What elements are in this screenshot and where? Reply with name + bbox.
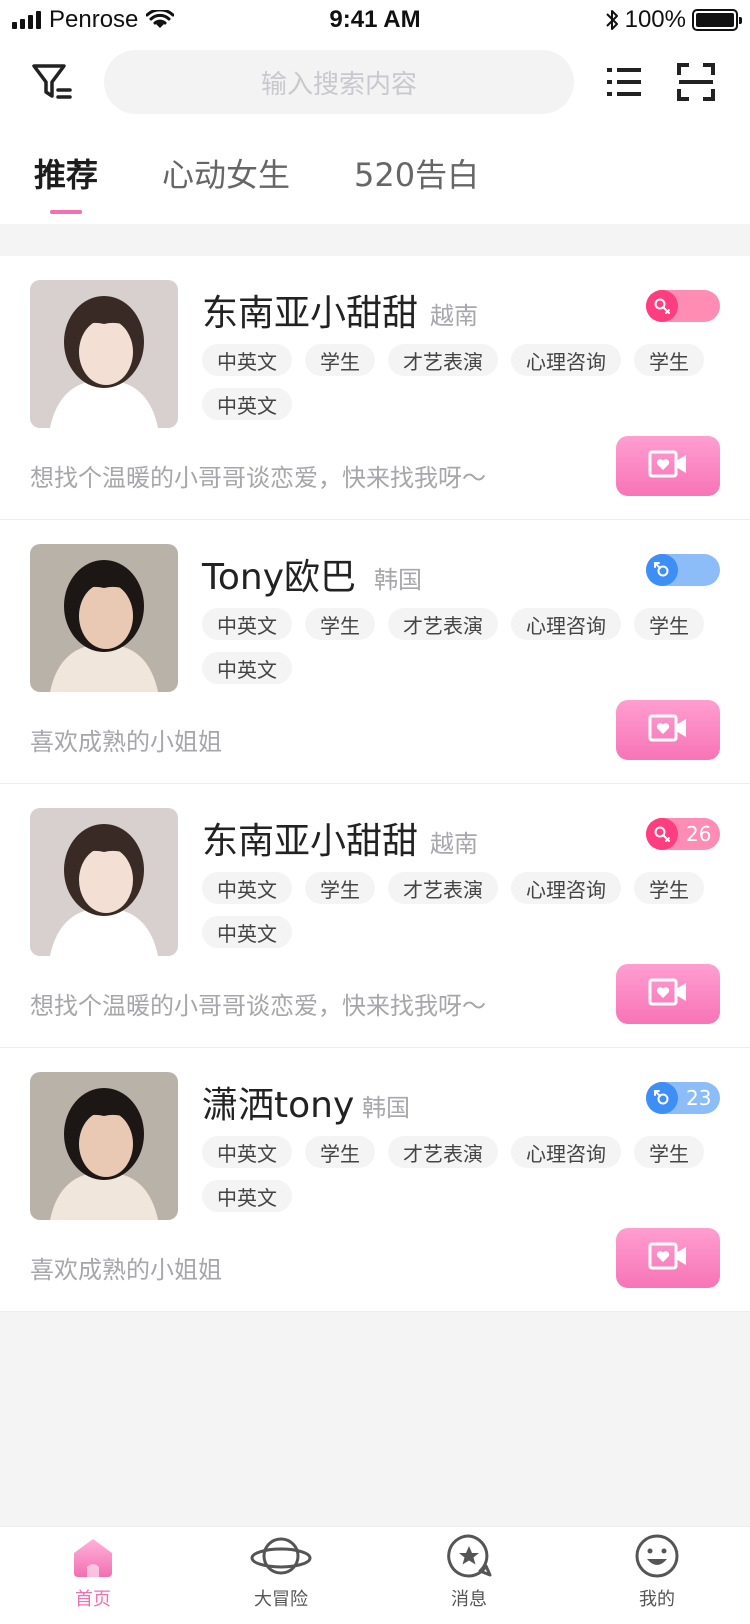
avatar[interactable] [30, 544, 178, 692]
user-bio: 喜欢成熟的小姐姐 [30, 1256, 222, 1284]
smiley-icon [634, 1533, 680, 1579]
video-camera-icon [648, 712, 688, 748]
tag-list: 中英文 学生 才艺表演 心理咨询 学生 中英文 [202, 872, 722, 948]
interest-tag: 学生 [305, 1136, 375, 1168]
interest-tag: 学生 [634, 1136, 704, 1168]
tab-heartbeat-girls[interactable]: 心动女生 [162, 150, 290, 196]
gender-badge [646, 554, 720, 586]
user-bio: 喜欢成熟的小姐姐 [30, 728, 222, 756]
gender-badge: 26 [646, 818, 720, 850]
user-list: 东南亚小甜甜 越南 中英文 学生 才艺表演 心理咨询 学生 中英文 想找个温暖的小哥哥谈恋… [0, 256, 750, 1312]
nav-home[interactable]: 首页 [38, 1533, 148, 1611]
battery-percent: 100% [624, 6, 686, 33]
user-country: 越南 [430, 830, 478, 858]
interest-tag: 中英文 [202, 608, 292, 640]
tab-520-confession[interactable]: 520告白 [354, 150, 479, 196]
user-card[interactable]: 潇洒tony 韩国 23 中英文 学生 才艺表演 心理咨询 学生 中英文 喜欢成熟的小姐姐 [0, 1048, 750, 1312]
male-icon [646, 554, 678, 586]
interest-tag: 学生 [634, 344, 704, 376]
filter-icon[interactable] [28, 60, 76, 104]
user-name: Tony欧巴 [202, 557, 357, 598]
badge-count: 23 [686, 1086, 712, 1110]
scan-icon[interactable] [676, 62, 716, 102]
gender-badge: 23 [646, 1082, 720, 1114]
user-name: 潇洒tony [202, 1085, 355, 1126]
user-card[interactable]: 东南亚小甜甜 越南 26 中英文 学生 才艺表演 心理咨询 学生 中英文 想找个温暖的小哥… [0, 784, 750, 1048]
video-call-button[interactable] [616, 700, 720, 760]
interest-tag: 学生 [305, 872, 375, 904]
video-camera-icon [648, 1240, 688, 1276]
nav-messages-label: 消息 [451, 1589, 487, 1610]
user-card[interactable]: 东南亚小甜甜 越南 中英文 学生 才艺表演 心理咨询 学生 中英文 想找个温暖的小哥哥谈恋… [0, 256, 750, 520]
interest-tag: 学生 [305, 608, 375, 640]
header-area: Penrose 9:41 AM 100% 输入搜索内容 推荐 心动女生 520告… [0, 0, 750, 224]
list-view-icon[interactable] [604, 62, 644, 102]
interest-tag: 才艺表演 [388, 1136, 498, 1168]
interest-tag: 中英文 [202, 652, 292, 684]
interest-tag: 心理咨询 [511, 344, 621, 376]
interest-tag: 学生 [305, 344, 375, 376]
badge-count: 26 [686, 822, 712, 846]
message-star-icon [446, 1533, 492, 1579]
interest-tag: 心理咨询 [511, 872, 621, 904]
interest-tag: 中英文 [202, 344, 292, 376]
interest-tag: 中英文 [202, 872, 292, 904]
interest-tag: 心理咨询 [511, 1136, 621, 1168]
planet-icon [250, 1533, 312, 1579]
male-icon [646, 1082, 678, 1114]
user-bio: 想找个温暖的小哥哥谈恋爱，快来找我呀～ [30, 992, 486, 1020]
gender-badge [646, 290, 720, 322]
video-call-button[interactable] [616, 436, 720, 496]
bluetooth-icon [605, 10, 618, 30]
bottom-nav: 首页 大冒险 消息 我的 [0, 1526, 750, 1624]
nav-home-label: 首页 [75, 1589, 111, 1610]
user-name: 东南亚小甜甜 [202, 821, 419, 862]
user-country: 越南 [430, 302, 478, 330]
tab-bar: 推荐 心动女生 520告白 [0, 150, 750, 220]
avatar[interactable] [30, 1072, 178, 1220]
video-camera-icon [648, 448, 688, 484]
home-icon [70, 1533, 116, 1579]
avatar[interactable] [30, 280, 178, 428]
tag-list: 中英文 学生 才艺表演 心理咨询 学生 中英文 [202, 1136, 722, 1212]
interest-tag: 学生 [634, 872, 704, 904]
interest-tag: 才艺表演 [388, 872, 498, 904]
nav-adventure-label: 大冒险 [254, 1589, 308, 1610]
tag-list: 中英文 学生 才艺表演 心理咨询 学生 中英文 [202, 608, 722, 684]
video-camera-icon [648, 976, 688, 1012]
tag-list: 中英文 学生 才艺表演 心理咨询 学生 中英文 [202, 344, 722, 420]
interest-tag: 中英文 [202, 916, 292, 948]
nav-profile[interactable]: 我的 [602, 1533, 712, 1611]
female-icon [646, 290, 678, 322]
tab-recommend[interactable]: 推荐 [34, 150, 98, 196]
nav-messages[interactable]: 消息 [414, 1533, 524, 1611]
battery-icon [692, 9, 742, 31]
female-icon [646, 818, 678, 850]
tab-indicator [50, 210, 82, 214]
video-call-button[interactable] [616, 964, 720, 1024]
user-country: 韩国 [374, 566, 422, 594]
nav-profile-label: 我的 [639, 1589, 675, 1610]
interest-tag: 心理咨询 [511, 608, 621, 640]
interest-tag: 才艺表演 [388, 608, 498, 640]
search-input[interactable]: 输入搜索内容 [104, 50, 574, 114]
interest-tag: 才艺表演 [388, 344, 498, 376]
interest-tag: 中英文 [202, 1180, 292, 1212]
user-card[interactable]: Tony欧巴 韩国 中英文 学生 才艺表演 心理咨询 学生 中英文 喜欢成熟的小姐姐 [0, 520, 750, 784]
user-name: 东南亚小甜甜 [202, 293, 419, 334]
user-country: 韩国 [362, 1094, 410, 1122]
interest-tag: 学生 [634, 608, 704, 640]
interest-tag: 中英文 [202, 1136, 292, 1168]
status-bar: Penrose 9:41 AM 100% [0, 0, 750, 40]
user-bio: 想找个温暖的小哥哥谈恋爱，快来找我呀～ [30, 464, 486, 492]
search-placeholder: 输入搜索内容 [260, 69, 417, 100]
video-call-button[interactable] [616, 1228, 720, 1288]
interest-tag: 中英文 [202, 388, 292, 420]
nav-adventure[interactable]: 大冒险 [226, 1533, 336, 1611]
avatar[interactable] [30, 808, 178, 956]
